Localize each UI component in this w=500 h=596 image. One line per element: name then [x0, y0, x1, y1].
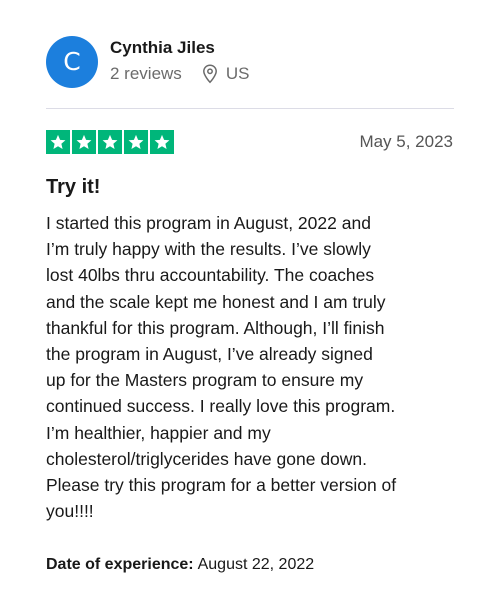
star-icon: [98, 130, 122, 154]
review-body-line: cholesterol/triglycerides have gone down…: [46, 448, 368, 469]
review-title[interactable]: Try it!: [46, 176, 100, 199]
experience-label: Date of experience:: [46, 556, 194, 573]
review-body-line: I started this program in August, 2022 a…: [46, 213, 371, 233]
review-body-line: Please try this program for a better ver…: [46, 475, 397, 496]
reviewer-meta: 2 reviews US: [110, 64, 249, 84]
review-body-line: up for the Masters program to ensure my: [46, 370, 364, 391]
review-body-line: and the scale kept me honest and I am tr…: [46, 291, 386, 312]
divider: [46, 108, 454, 109]
experience-date: August 22, 2022: [197, 556, 315, 573]
star-rating: [46, 130, 174, 154]
reviews-count: 2 reviews: [110, 64, 182, 83]
review-body-line: continued success. I really love this pr…: [46, 396, 396, 417]
star-icon: [124, 130, 148, 154]
avatar[interactable]: C: [46, 36, 98, 88]
reviewer-name[interactable]: Cynthia Jiles: [110, 38, 215, 58]
reviewer-location: US: [225, 64, 250, 83]
review-body-line: the program in August, I’ve already sign…: [46, 344, 373, 365]
review-body-line: I’m healthier, happier and my: [46, 422, 271, 443]
review-body[interactable]: I started this program in August, 2022 a…: [46, 210, 466, 524]
review-date: May 5, 2023: [359, 132, 453, 151]
review-body-line: thankful for this program. Although, I’l…: [46, 317, 385, 338]
review-body-line: I’m truly happy with the results. I’ve s…: [46, 239, 371, 260]
review-card: C Cynthia Jiles 2 reviews US May 5, 2023…: [0, 0, 500, 596]
review-body-line: you!!!!: [46, 501, 94, 522]
star-icon: [150, 130, 174, 154]
location-pin-icon: [202, 64, 218, 84]
date-of-experience: Date of experience: August 22, 2022: [46, 556, 314, 574]
star-icon: [72, 130, 96, 154]
star-icon: [46, 130, 70, 154]
review-body-line: lost 40lbs thru accountability. The coac…: [46, 265, 375, 286]
